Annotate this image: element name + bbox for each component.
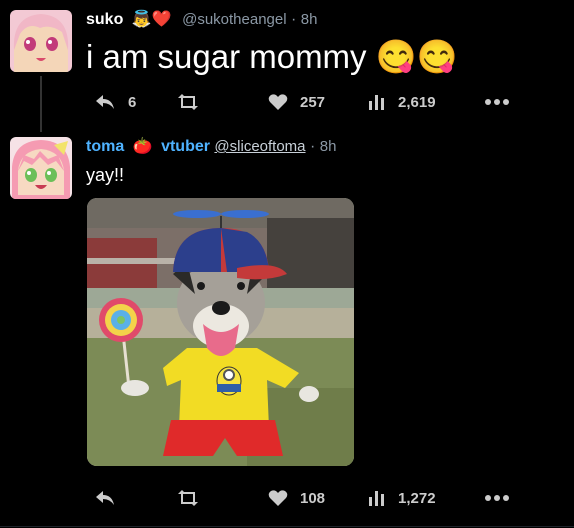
retweet-icon <box>178 490 198 506</box>
more-button[interactable] <box>484 90 510 114</box>
display-name-suffix[interactable]: vtuber <box>161 138 210 155</box>
reply-button[interactable]: 6 <box>94 90 136 114</box>
views-icon <box>369 491 384 506</box>
like-button[interactable]: 108 <box>268 486 325 510</box>
user-handle[interactable]: @sukotheangel <box>182 11 286 28</box>
display-name[interactable]: suko <box>86 11 123 28</box>
bottom-divider <box>0 526 574 527</box>
views-button[interactable]: 2,619 <box>368 90 436 114</box>
tweet-1[interactable]: suko 👼❤️ @sukotheangel · 8h i am sugar m… <box>0 0 574 132</box>
tweet-header: toma 🍅 vtuber @sliceoftoma · 8h <box>86 136 336 158</box>
like-count: 257 <box>300 93 326 111</box>
separator: · <box>291 11 297 28</box>
view-count: 2,619 <box>398 93 436 111</box>
timestamp[interactable]: 8h <box>320 138 337 155</box>
tweet-text: i am sugar mommy 😋😋 <box>86 38 458 75</box>
views-button[interactable]: 1,272 <box>368 486 436 510</box>
heart-icon <box>268 94 288 110</box>
action-bar: 108 1,272 <box>86 486 526 510</box>
display-name[interactable]: toma <box>86 138 124 155</box>
timestamp[interactable]: 8h <box>301 11 318 28</box>
reply-button[interactable] <box>94 486 128 510</box>
view-count: 1,272 <box>398 489 436 507</box>
avatar[interactable] <box>10 10 72 72</box>
heart-icon <box>268 490 288 506</box>
more-button[interactable] <box>484 486 510 510</box>
tweet-header: suko 👼❤️ @sukotheangel · 8h <box>86 9 317 31</box>
views-icon <box>369 95 384 110</box>
dog-in-costume-image[interactable] <box>87 198 354 466</box>
separator: · <box>309 138 316 155</box>
retweet-icon <box>178 94 198 110</box>
like-count: 108 <box>300 489 326 507</box>
retweet-button[interactable] <box>176 90 212 114</box>
action-bar: 6 257 2,619 <box>86 90 526 114</box>
reply-icon <box>96 95 114 109</box>
user-handle[interactable]: @sliceoftoma <box>214 138 305 155</box>
tweet-text: yay!! <box>86 165 125 185</box>
more-icon <box>485 99 509 105</box>
tweet-2[interactable]: toma 🍅 vtuber @sliceoftoma · 8h yay!! 10… <box>0 125 574 525</box>
reply-count: 6 <box>128 93 137 111</box>
reply-icon <box>96 491 114 505</box>
like-button[interactable]: 257 <box>268 90 325 114</box>
more-icon <box>485 495 509 501</box>
name-emojis: 👼❤️ <box>131 11 172 28</box>
name-emoji: 🍅 <box>132 138 153 155</box>
avatar[interactable] <box>10 137 72 199</box>
retweet-button[interactable] <box>176 486 212 510</box>
thread-line <box>40 76 42 132</box>
